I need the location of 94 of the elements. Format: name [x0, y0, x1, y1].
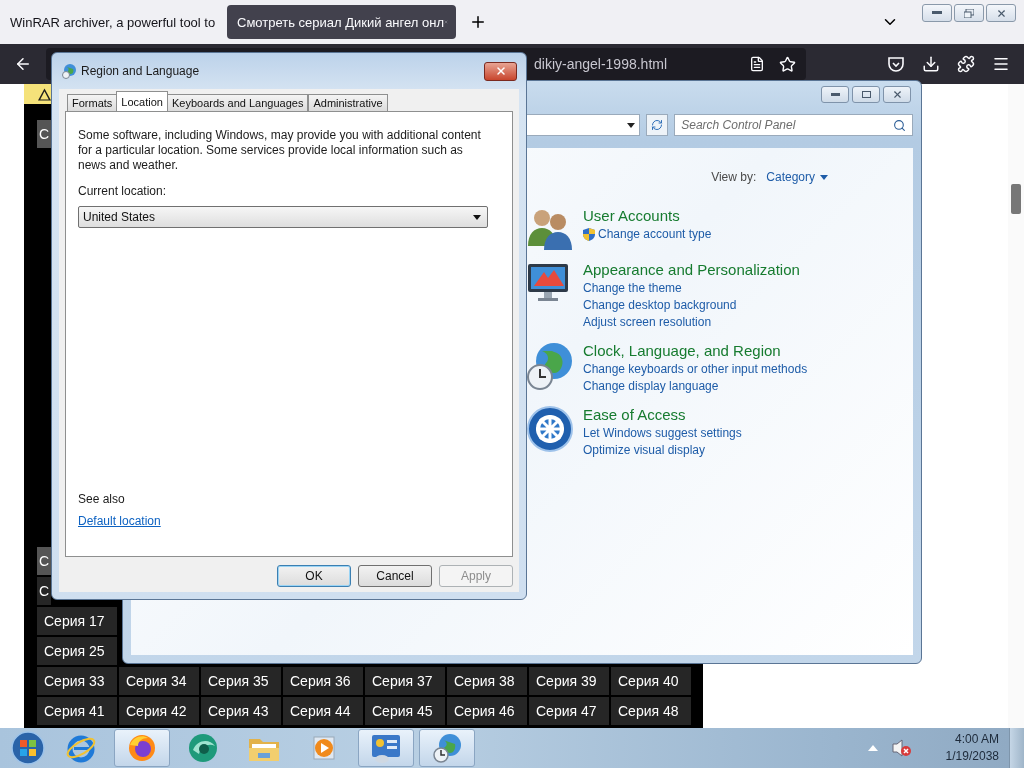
- shield-icon: [583, 228, 595, 241]
- restore-icon: [964, 8, 974, 18]
- url-text: dikiy-angel-1998.html: [534, 56, 668, 72]
- menu-icon[interactable]: [992, 55, 1010, 73]
- extensions-icon[interactable]: [957, 55, 975, 73]
- episode-button[interactable]: Серия 43: [201, 697, 281, 725]
- restore-button[interactable]: [954, 4, 984, 22]
- search-icon: [893, 118, 906, 132]
- bookmark-star-icon[interactable]: [779, 55, 796, 73]
- view-by-dropdown[interactable]: Category: [766, 170, 828, 184]
- firefox-icon: [127, 733, 157, 763]
- dialog-button[interactable]: OK: [277, 565, 351, 587]
- app-icon: [187, 732, 219, 764]
- episode-button[interactable]: Серия 46: [447, 697, 527, 725]
- reader-view-icon[interactable]: [749, 56, 765, 72]
- view-by-label: View by:: [711, 170, 757, 184]
- dropdown-arrow-icon: [473, 214, 481, 220]
- globe-clock-icon: [526, 341, 574, 391]
- tab[interactable]: Formats: [67, 94, 118, 111]
- refresh-button[interactable]: [646, 114, 669, 136]
- close-button[interactable]: [883, 86, 911, 103]
- episode-button[interactable]: Серия 48: [611, 697, 691, 725]
- task-link[interactable]: Change display language: [583, 378, 808, 395]
- accessibility-icon: [526, 405, 574, 453]
- episode-button[interactable]: Серия 45: [365, 697, 445, 725]
- taskbar-app-button[interactable]: [114, 729, 170, 767]
- location-dropdown[interactable]: United States: [78, 206, 488, 228]
- episode-button[interactable]: Серия 39: [529, 667, 609, 695]
- globe-icon: [61, 63, 77, 79]
- back-icon[interactable]: [14, 55, 32, 73]
- episode-button[interactable]: Серия 35: [201, 667, 281, 695]
- maximize-button[interactable]: [852, 86, 880, 103]
- episode-button[interactable]: Серия 41: [37, 697, 117, 725]
- episode-button[interactable]: Серия 38: [447, 667, 527, 695]
- episode-button[interactable]: Серия 37: [365, 667, 445, 695]
- episode-button[interactable]: Серия 25: [37, 637, 117, 665]
- task-link[interactable]: Optimize visual display: [583, 442, 742, 459]
- episode-button[interactable]: Серия 34: [119, 667, 199, 695]
- control-panel-icon: [369, 732, 403, 764]
- browser-tab[interactable]: WinRAR archiver, a powerful tool to: [0, 5, 218, 39]
- dropdown-arrow-icon: [820, 174, 828, 180]
- taskbar-app-button[interactable]: [419, 729, 475, 767]
- close-icon: [995, 7, 1007, 19]
- episode-button[interactable]: С: [37, 120, 51, 148]
- tab[interactable]: Keyboards and Languages: [166, 94, 309, 111]
- tab[interactable]: Location: [116, 91, 168, 111]
- close-button[interactable]: [986, 4, 1016, 22]
- new-tab-icon[interactable]: [469, 13, 487, 31]
- default-location-link[interactable]: Default location: [78, 514, 161, 528]
- category-link[interactable]: User Accounts: [583, 206, 712, 226]
- close-icon: [494, 65, 507, 77]
- episode-button[interactable]: Серия 40: [611, 667, 691, 695]
- category-link[interactable]: Ease of Access: [583, 405, 742, 425]
- episode-button[interactable]: С: [37, 577, 51, 605]
- start-button[interactable]: [8, 729, 48, 767]
- close-button[interactable]: [484, 61, 517, 81]
- minimize-button[interactable]: [922, 4, 952, 22]
- taskbar-app-button[interactable]: [358, 729, 414, 767]
- globe-clock-icon: [431, 732, 463, 764]
- task-link[interactable]: Change account type: [583, 226, 712, 243]
- episode-button[interactable]: Серия 33: [37, 667, 117, 695]
- episode-button[interactable]: Серия 44: [283, 697, 363, 725]
- clock[interactable]: 4:00 AM 1/19/2038: [945, 731, 999, 765]
- episode-button[interactable]: Серия 17: [37, 607, 117, 635]
- tab[interactable]: Administrative: [308, 94, 388, 111]
- episode-button[interactable]: Серия 36: [283, 667, 363, 695]
- category-link[interactable]: Clock, Language, and Region: [583, 341, 808, 361]
- speaker-muted-icon[interactable]: [891, 739, 912, 757]
- task-link[interactable]: Change keyboards or other input methods: [583, 361, 808, 378]
- category-link[interactable]: Appearance and Personalization: [583, 260, 800, 280]
- description-text: Some software, including Windows, may provide you with additional content for a particular location. Some services provide local information such as news and weather.: [78, 128, 482, 173]
- section-label: See also: [78, 492, 126, 506]
- field-label: Current location:: [78, 184, 168, 198]
- episode-button[interactable]: С: [37, 547, 51, 575]
- close-icon: [891, 89, 903, 100]
- task-link[interactable]: Adjust screen resolution: [583, 314, 800, 331]
- browser-tab[interactable]: Смотреть сериал Дикий ангел онл: [227, 5, 456, 39]
- task-link[interactable]: Let Windows suggest settings: [583, 425, 742, 442]
- window-title: Region and Language: [81, 64, 200, 78]
- maximize-icon: [861, 91, 871, 98]
- pocket-icon[interactable]: [887, 55, 905, 73]
- minimize-button[interactable]: [821, 86, 849, 103]
- episode-button[interactable]: Серия 47: [529, 697, 609, 725]
- refresh-icon: [651, 119, 664, 131]
- search-field[interactable]: Search Control Panel: [674, 114, 913, 136]
- task-link[interactable]: Change the theme: [583, 280, 800, 297]
- dropdown-arrow-icon[interactable]: [627, 122, 636, 128]
- task-link[interactable]: Change desktop background: [583, 297, 800, 314]
- episode-button[interactable]: Серия 42: [119, 697, 199, 725]
- download-icon[interactable]: [922, 55, 940, 73]
- dialog-button[interactable]: Cancel: [358, 565, 432, 587]
- minimize-icon: [932, 11, 942, 15]
- minimize-icon: [830, 93, 840, 96]
- scrollbar-thumb[interactable]: [1011, 184, 1021, 214]
